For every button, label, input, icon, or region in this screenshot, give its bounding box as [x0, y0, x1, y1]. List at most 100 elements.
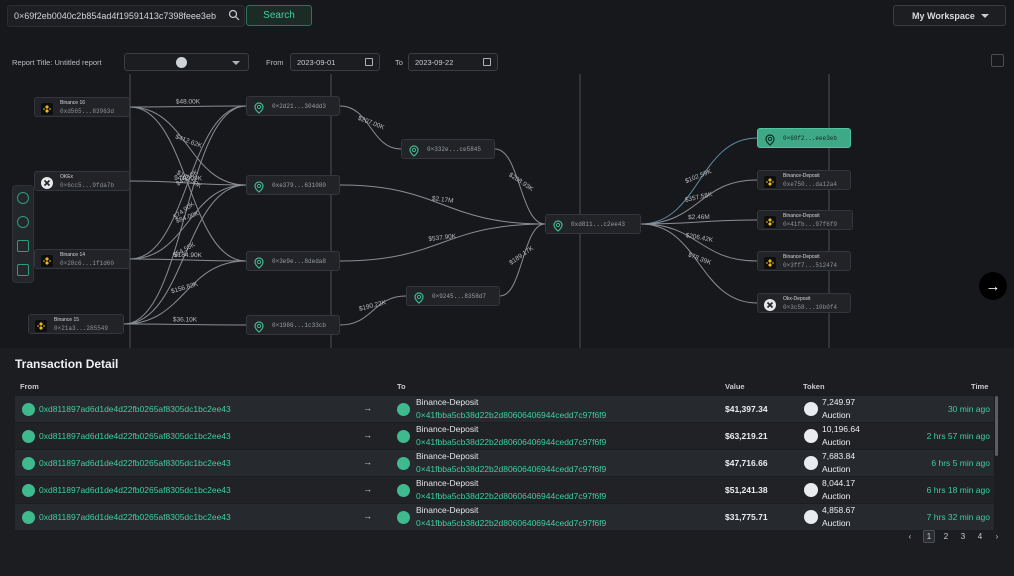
- from-label: From: [266, 58, 284, 67]
- graph-node[interactable]: Binance 16 0xd565...83963d: [34, 97, 130, 117]
- to-date-value: 2023-09-22: [415, 58, 454, 67]
- node-label: Binance 14: [60, 252, 86, 258]
- table-row[interactable]: 0xd811897ad6d1de4d22fb0265af8305dc1bc2ee…: [15, 396, 994, 422]
- hide-icon[interactable]: [17, 240, 29, 252]
- node-label: Okx-Deposit: [783, 296, 811, 302]
- avatar: [22, 430, 35, 443]
- edge-label: $48.00K: [176, 98, 201, 105]
- graph-node[interactable]: 0×2d21...304dd3: [246, 96, 340, 116]
- avatar: [397, 457, 410, 470]
- to-address[interactable]: 0×41fbba5cb38d22b2d80606406944cedd7c97f6…: [416, 518, 606, 528]
- flow-edge[interactable]: [339, 184, 546, 225]
- graph-node[interactable]: 0xe379...631080: [246, 175, 340, 195]
- table-row[interactable]: 0xd811897ad6d1de4d22fb0265af8305dc1bc2ee…: [15, 477, 994, 503]
- help-icon[interactable]: [17, 192, 29, 204]
- flow-edge[interactable]: [339, 295, 407, 326]
- graph-node[interactable]: 0×9245...8358d7: [406, 286, 500, 306]
- node-address: 0×41fb...97f6f9: [783, 221, 838, 228]
- graph-node[interactable]: Binance-Deposit 0×41fb...97f6f9: [757, 210, 853, 230]
- to-date-input[interactable]: 2023-09-22: [408, 53, 498, 71]
- page-button[interactable]: 1: [923, 530, 935, 543]
- binance-icon: [764, 256, 776, 269]
- page-button[interactable]: 2: [940, 530, 952, 543]
- edge-label: $2.46M: [688, 214, 710, 221]
- node-label: Binance-Deposit: [783, 173, 820, 179]
- graph-node[interactable]: 0×1986...1c33cb: [246, 315, 340, 335]
- workspace-dropdown[interactable]: My Workspace: [893, 5, 1006, 26]
- graph-node[interactable]: OKEx 0×6cc5...9fda7b: [34, 171, 130, 191]
- asset-select[interactable]: [124, 53, 249, 71]
- graph-node[interactable]: 0xd811...c2ee43: [545, 214, 641, 234]
- binance-icon: [35, 319, 47, 332]
- column-header-value: Value: [725, 382, 745, 391]
- to-address[interactable]: 0×41fbba5cb38d22b2d80606406944cedd7c97f6…: [416, 491, 606, 501]
- page-button[interactable]: 4: [974, 530, 986, 543]
- to-entity-name: Binance-Deposit: [416, 451, 479, 461]
- graph-node[interactable]: Binance 14 0×28c6...1f1d60: [34, 249, 130, 269]
- flow-edge[interactable]: [129, 106, 247, 262]
- save-icon[interactable]: [17, 264, 29, 276]
- time-cell: 6 hrs 18 min ago: [926, 485, 990, 495]
- to-address[interactable]: 0×41fbba5cb38d22b2d80606406944cedd7c97f6…: [416, 437, 606, 447]
- page-button[interactable]: 3: [957, 530, 969, 543]
- graph-node[interactable]: Binance-Deposit 0×3ff7...512474: [757, 251, 851, 271]
- graph-node[interactable]: Binance 15 0×21a3...285549: [28, 314, 124, 334]
- value-cell: $31,775.71: [725, 512, 768, 522]
- graph-canvas[interactable]: $48.00K $412.62K $165.50K $412.09K $94.00K $1…: [0, 46, 1014, 348]
- table-row[interactable]: 0xd811897ad6d1de4d22fb0265af8305dc1bc2ee…: [15, 504, 994, 530]
- graph-node[interactable]: Binance-Deposit 0xe750...da12a4: [757, 170, 851, 190]
- flow-edge[interactable]: [129, 105, 247, 108]
- edge-label: $36.10K: [173, 316, 198, 323]
- calendar-icon[interactable]: [365, 58, 373, 66]
- flow-edge[interactable]: [123, 260, 247, 325]
- search-icon[interactable]: [228, 9, 240, 21]
- address-icon: [413, 291, 425, 304]
- address-icon: [253, 256, 265, 269]
- from-address[interactable]: 0xd811897ad6d1de4d22fb0265af8305dc1bc2ee…: [39, 431, 231, 441]
- address-icon: [552, 219, 564, 232]
- flow-edge[interactable]: [499, 223, 546, 297]
- to-address[interactable]: 0×41fbba5cb38d22b2d80606406944cedd7c97f6…: [416, 410, 606, 420]
- node-address: 0xd565...83963d: [60, 108, 115, 115]
- graph-node[interactable]: 0×332e...ce5845: [401, 139, 495, 159]
- fullscreen-icon[interactable]: [991, 54, 1004, 67]
- from-date-value: 2023-09-01: [297, 58, 336, 67]
- node-address: 0×6cc5...9fda7b: [60, 182, 115, 189]
- graph-node[interactable]: Okx-Deposit 0×3c58...10b0f4: [757, 293, 851, 313]
- to-address[interactable]: 0×41fbba5cb38d22b2d80606406944cedd7c97f6…: [416, 464, 606, 474]
- from-address[interactable]: 0xd811897ad6d1de4d22fb0265af8305dc1bc2ee…: [39, 485, 231, 495]
- node-address: 0×1986...1c33cb: [272, 322, 327, 329]
- from-address[interactable]: 0xd811897ad6d1de4d22fb0265af8305dc1bc2ee…: [39, 512, 231, 522]
- graph-node[interactable]: 0×69f2...eee3eb: [757, 128, 851, 148]
- token-icon: [804, 456, 818, 470]
- calendar-icon[interactable]: [483, 58, 491, 66]
- node-label: Binance 16: [60, 100, 86, 106]
- address-icon: [764, 133, 776, 146]
- flow-edge[interactable]: [123, 323, 247, 326]
- flow-edge[interactable]: [339, 105, 402, 150]
- next-page-button[interactable]: ›: [991, 530, 1003, 543]
- prev-page-button[interactable]: ‹: [904, 530, 916, 543]
- address-icon: [408, 144, 420, 157]
- binance-icon: [764, 215, 776, 228]
- from-address[interactable]: 0xd811897ad6d1de4d22fb0265af8305dc1bc2ee…: [39, 458, 231, 468]
- node-address: 0×3c58...10b0f4: [783, 304, 838, 311]
- refresh-icon[interactable]: [17, 216, 29, 228]
- column-header-time: Time: [971, 382, 989, 391]
- token-icon: [804, 429, 818, 443]
- edge-label: $2.17M: [431, 195, 453, 204]
- arrow-right-icon[interactable]: →: [979, 272, 1007, 300]
- flow-graph: $48.00K$412.62K$165.50K$412.09K$94.00K$1…: [123, 74, 830, 348]
- graph-node[interactable]: 0×3e9e...8deda8: [246, 251, 340, 271]
- from-date-input[interactable]: 2023-09-01: [290, 53, 380, 71]
- from-address[interactable]: 0xd811897ad6d1de4d22fb0265af8305dc1bc2ee…: [39, 404, 231, 414]
- scrollbar[interactable]: [995, 396, 998, 456]
- search-input[interactable]: [7, 5, 245, 27]
- flow-edge[interactable]: [494, 148, 546, 225]
- node-address: 0×332e...ce5845: [427, 146, 482, 153]
- table-row[interactable]: 0xd811897ad6d1de4d22fb0265af8305dc1bc2ee…: [15, 450, 994, 476]
- search-button[interactable]: Search: [246, 5, 312, 26]
- flow-edge[interactable]: [640, 137, 758, 225]
- table-row[interactable]: 0xd811897ad6d1de4d22fb0265af8305dc1bc2ee…: [15, 423, 994, 449]
- flow-edge[interactable]: [129, 258, 247, 262]
